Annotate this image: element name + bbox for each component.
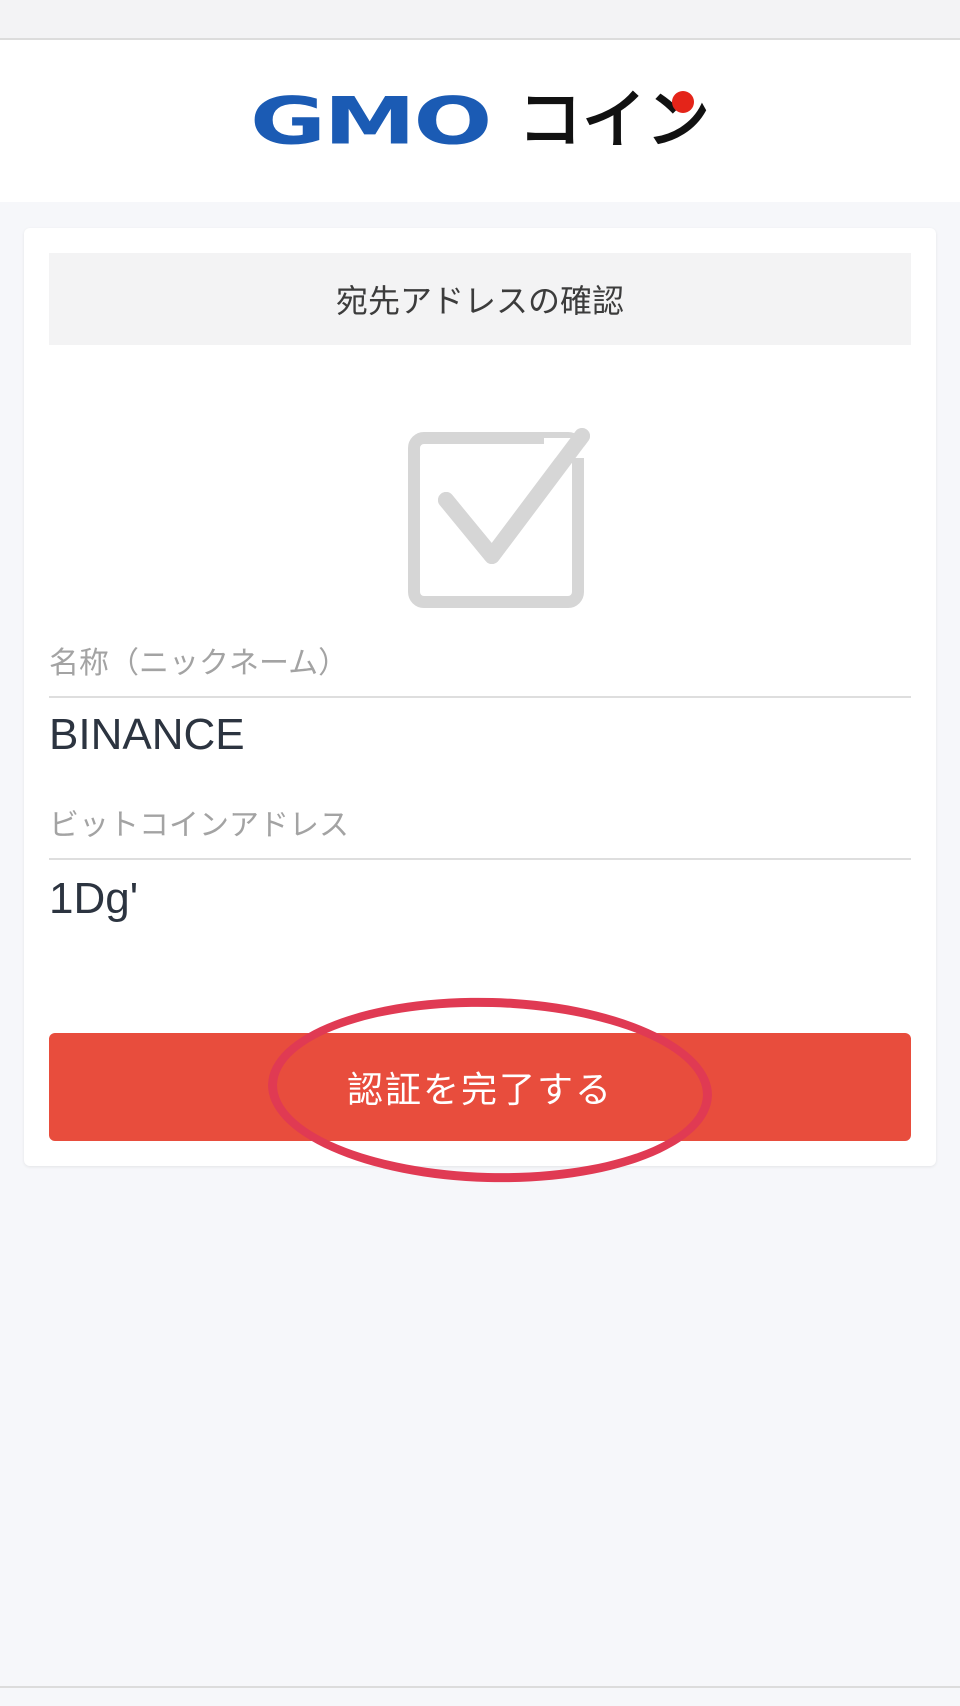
gmo-coin-logo: GMO コイン xyxy=(250,86,710,156)
bottom-divider xyxy=(0,1686,960,1688)
logo-coin-text: コイン xyxy=(518,89,710,153)
complete-verification-button[interactable]: 認証を完了する xyxy=(49,1033,911,1141)
checkbox-checked-icon xyxy=(384,388,604,608)
card-title: 宛先アドレスの確認 xyxy=(49,253,911,345)
nickname-label: 名称（ニックネーム） xyxy=(49,638,911,698)
nickname-value: BINANCE xyxy=(49,710,245,759)
logo-red-dot xyxy=(672,91,694,113)
bitcoin-address-value: 1Dg' xyxy=(49,874,139,923)
header: GMO コイン xyxy=(0,40,960,202)
bitcoin-address-label: ビットコインアドレス xyxy=(49,800,911,860)
status-bar xyxy=(0,0,960,40)
address-confirm-card: 宛先アドレスの確認 名称（ニックネーム） BINANCE ビットコインアドレス … xyxy=(24,228,936,1166)
